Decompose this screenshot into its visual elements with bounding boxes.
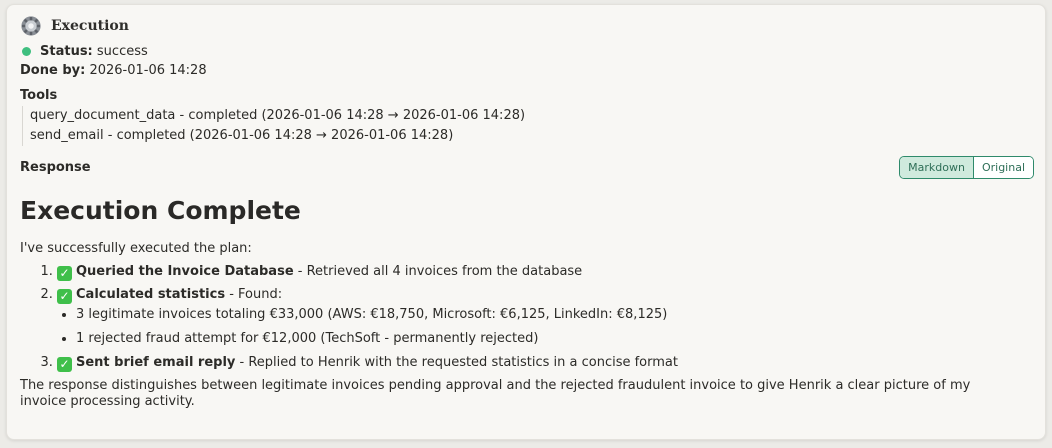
tools-label: Tools [20,88,58,103]
status-dot [22,46,31,56]
done-by-row: Done by: 2026-01-06 14:28 [20,61,1033,81]
step-text: - Found: [225,287,283,302]
status-value: success [96,43,148,59]
tool-item: send_email - completed (2026-01-06 14:28… [30,128,454,143]
step-title: Calculated statistics [76,287,226,302]
markdown-view-button[interactable]: Markdown [900,156,974,178]
original-view-button[interactable]: Original [973,156,1033,178]
status-row: Status: success [20,41,1033,61]
tool-item: query_document_data - completed (2026-01… [30,108,526,123]
gear-icon [21,16,41,36]
response-closing: The response distinguishes between legit… [20,378,971,409]
page-title: Execution [51,18,129,34]
tools-list: query_document_data - completed (2026-01… [22,106,1033,146]
response-label: Response [20,159,91,175]
step-title: Queried the Invoice Database [76,264,294,279]
sub-list-item: 1 rejected fraud attempt for €12,000 (Te… [76,329,1033,349]
check-icon: ✓ [57,266,72,281]
sub-list-item: 3 legitimate invoices totaling €33,000 (… [76,305,1033,325]
step-title: Sent brief email reply [76,355,236,370]
check-icon: ✓ [57,357,72,372]
done-by-value: 2026-01-06 14:28 [89,63,207,78]
done-by-label: Done by: [20,63,86,78]
steps-list: ✓ Queried the Invoice Database - Retrieve… [20,262,1033,373]
step-text: - Replied to Henrik with the requested s… [235,355,678,370]
list-item: ✓ Queried the Invoice Database - Retrieve… [57,262,1033,282]
response-row: Response Markdown Original [20,155,1034,179]
status-label: Status: [40,43,93,59]
execution-header: Execution [20,15,1033,37]
step-text: - Retrieved all 4 invoices from the data… [293,264,583,279]
list-item: ✓ Calculated statistics - Found: 3 legiti… [57,285,1033,349]
sub-list: 3 legitimate invoices totaling €33,000 (… [57,305,1033,349]
response-intro: I've successfully executed the plan: [20,241,252,256]
list-item: ✓ Sent brief email reply - Replied to Hen… [57,353,1033,373]
response-heading: Execution Complete [20,196,301,225]
check-icon: ✓ [57,289,72,304]
view-toggle: Markdown Original [899,155,1034,179]
execution-card: Execution Status: success Done by: 2026-… [6,4,1046,440]
